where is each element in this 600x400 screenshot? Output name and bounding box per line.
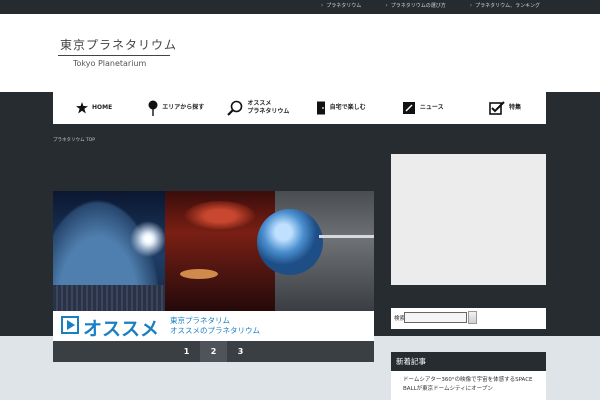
nav-label-home: HOME (91, 104, 113, 111)
search-button[interactable] (468, 311, 477, 324)
globe-display (257, 209, 323, 275)
pencil-icon (402, 102, 415, 114)
widget-new-posts: ドームシアター360°の映像で宇宙を体感するSPACE BALLが東京ドームシテ… (391, 371, 546, 400)
nav-item-news[interactable]: ニュース (382, 92, 464, 124)
banner-heading: オススメ (83, 318, 160, 340)
nav-label-feature: 特集 (508, 104, 521, 111)
breadcrumb[interactable]: プラネタリウム TOP (53, 137, 95, 143)
site-logo-title[interactable]: 東京プラネタリウム (60, 36, 177, 53)
slider-pager: 1 2 3 (53, 341, 374, 362)
nav-item-home-enjoy[interactable]: 自宅で楽しむ (300, 92, 382, 124)
door-icon (316, 101, 325, 115)
theater-seats (53, 285, 165, 311)
main-nav: HOME エリアから探す オススメ プラネタリウム 自宅で楽しむ ニュース 特集 (53, 92, 546, 124)
pager-page-3[interactable]: 3 (227, 341, 254, 362)
nav-item-recommend[interactable]: オススメ プラネタリウム (217, 92, 299, 124)
widget-title-new-posts: 新着記事 (391, 352, 546, 371)
search-input[interactable] (404, 312, 467, 323)
top-link-how-to-choose[interactable]: プラネタリウムの選び方 (385, 2, 446, 9)
lounge-table (180, 269, 218, 279)
pager-page-2[interactable]: 2 (200, 341, 227, 362)
logo-divider (58, 55, 170, 56)
nav-item-area[interactable]: エリアから探す (135, 92, 217, 124)
new-post-link[interactable]: ドームシアター360°の映像で宇宙を体感するSPACE BALLが東京ドームシテ… (403, 376, 543, 394)
nav-label-home-enjoy: 自宅で楽しむ (329, 104, 366, 111)
star-icon (75, 102, 88, 114)
nav-label-area: エリアから探す (162, 104, 205, 111)
featured-slider[interactable]: オススメ 東京プラネタリム オススメのプラネタリウム (53, 191, 374, 341)
nav-label-recommend: オススメ プラネタリウム (247, 100, 290, 115)
top-link-planetarium[interactable]: プラネタリウム (321, 2, 361, 9)
slider-image-globe-hall[interactable] (257, 191, 374, 311)
top-link-ranking[interactable]: プラネタリウム、ランキング (470, 2, 540, 9)
nav-item-home[interactable]: HOME (53, 92, 135, 124)
slider-image-earth-dome[interactable] (53, 191, 165, 311)
header: 東京プラネタリウム Tokyo Planetarium (0, 14, 600, 92)
play-triangle-icon (67, 320, 75, 330)
slider-caption-banner[interactable]: オススメ 東京プラネタリム オススメのプラネタリウム (53, 311, 374, 341)
pager-page-1[interactable]: 1 (173, 341, 200, 362)
banner-subtext: 東京プラネタリム オススメのプラネタリウム (170, 316, 260, 335)
magnifier-icon (227, 100, 243, 116)
checkbox-icon (489, 101, 505, 115)
top-bar: プラネタリウム プラネタリウムの選び方 プラネタリウム、ランキング (0, 0, 600, 14)
sidebar-ad-area (391, 154, 546, 285)
nav-label-news: ニュース (419, 104, 444, 111)
top-links: プラネタリウム プラネタリウムの選び方 プラネタリウム、ランキング (321, 2, 540, 9)
pin-icon (148, 100, 158, 116)
hall-rail (319, 235, 374, 238)
lounge-dome (185, 201, 255, 231)
site-logo-subtitle: Tokyo Planetarium (73, 59, 147, 68)
nav-item-feature[interactable]: 特集 (464, 92, 546, 124)
search-widget: 検索 (391, 308, 546, 329)
